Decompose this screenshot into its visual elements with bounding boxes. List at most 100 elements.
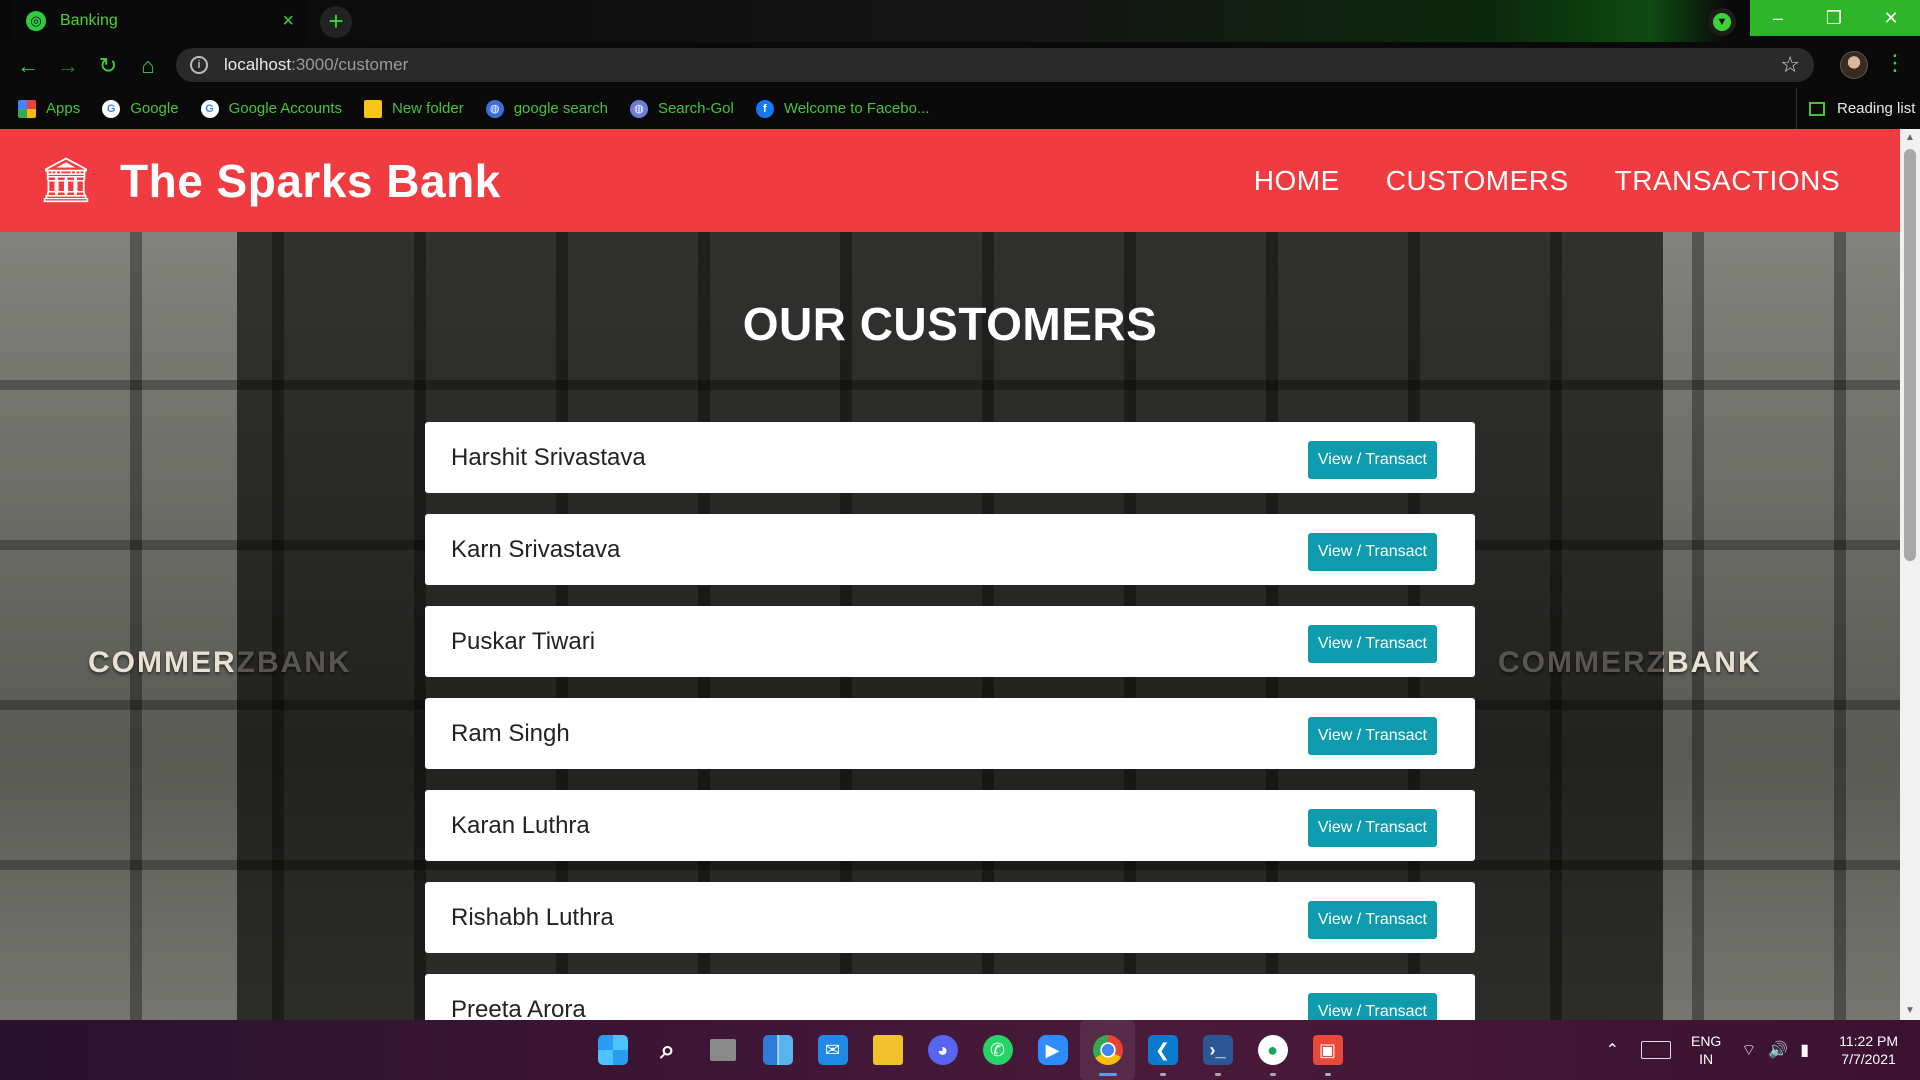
tab-close-icon[interactable]: × [282, 10, 294, 33]
lang-region: IN [1699, 1051, 1714, 1067]
browser-menu-icon[interactable]: ⋮ [1884, 50, 1906, 76]
nav-customers[interactable]: CUSTOMERS [1386, 165, 1569, 197]
bookmark-label: Search-Gol [657, 100, 734, 117]
home-icon[interactable]: ⌂ [132, 50, 164, 82]
nav-transactions[interactable]: TRANSACTIONS [1615, 165, 1840, 197]
view-transact-button[interactable]: View / Transact [1307, 993, 1437, 1020]
reload-icon[interactable]: ↻ [92, 50, 124, 82]
windows-start-icon[interactable] [585, 1020, 640, 1080]
search-globe-icon: ◍ [629, 99, 648, 118]
file-explorer-icon[interactable] [860, 1020, 915, 1080]
clock[interactable]: 11:22 PM 7/7/2021 [1839, 1032, 1898, 1068]
bookmark-label: Welcome to Facebo... [783, 100, 930, 117]
back-arrow-icon[interactable]: ← [12, 50, 44, 82]
forward-arrow-icon[interactable]: → [52, 50, 84, 82]
customer-name: Karan Luthra [451, 811, 590, 839]
clock-time: 11:22 PM [1839, 1033, 1898, 1049]
zoom-icon[interactable]: ▶ [1025, 1020, 1080, 1080]
customer-card: Ram Singh View / Transact [425, 698, 1475, 769]
keyboard-icon[interactable] [1640, 1041, 1671, 1059]
bookmark-facebook[interactable]: f Welcome to Facebo... [755, 99, 930, 118]
chrome-icon[interactable] [1080, 1020, 1135, 1080]
site-info-icon[interactable]: i [190, 56, 208, 74]
nav-home[interactable]: HOME [1254, 165, 1340, 197]
mongodb-icon[interactable]: ● [1245, 1020, 1300, 1080]
discord-icon[interactable]: ◕ [915, 1020, 970, 1080]
view-transact-button[interactable]: View / Transact [1307, 625, 1437, 663]
whatsapp-icon[interactable]: ✆ [970, 1020, 1025, 1080]
running-indicator [1098, 1073, 1117, 1076]
volume-icon[interactable]: 🔊 [1768, 1040, 1788, 1060]
view-transact-button[interactable]: View / Transact [1307, 717, 1437, 755]
customer-list: Harshit Srivastava View / Transact Karn S… [425, 422, 1475, 1020]
url-text: localhost:3000/customer [224, 55, 408, 75]
widgets-icon[interactable] [750, 1020, 805, 1080]
main-nav: HOME CUSTOMERS TRANSACTIONS [1208, 129, 1840, 232]
view-transact-button[interactable]: View / Transact [1307, 809, 1437, 847]
url-path: :3000/customer [291, 55, 409, 74]
bookmark-google-accounts[interactable]: G Google Accounts [200, 99, 342, 118]
customer-name: Karn Srivastava [451, 535, 621, 563]
google-icon: G [200, 99, 219, 118]
chevron-up-icon[interactable]: ⌃ [1606, 1040, 1619, 1060]
language-indicator[interactable]: ENG IN [1691, 1032, 1721, 1068]
close-window-button[interactable]: ✕ [1862, 0, 1920, 36]
mail-icon[interactable]: ✉ [805, 1020, 860, 1080]
scroll-up-arrow-icon[interactable]: ▲ [1900, 129, 1920, 147]
running-indicator [1159, 1073, 1166, 1076]
browser-toolbar: ← → ↻ ⌂ i localhost:3000/customer ☆ ⋮ [0, 42, 1920, 88]
customer-card: Harshit Srivastava View / Transact [425, 422, 1475, 493]
running-indicator [1324, 1073, 1331, 1076]
extension-button[interactable]: ▼ [1708, 8, 1736, 36]
windows-taskbar: ⌕ ✉ ◕ ✆ ▶ ❮ ›_ ● ▣ ⌃ ENG IN ⌔ 🔊 ▮ 11:22 P… [0, 1020, 1920, 1080]
bookmark-new-folder[interactable]: New folder [364, 99, 464, 118]
minimize-button[interactable]: – [1750, 0, 1806, 36]
bookmark-google[interactable]: G Google [102, 99, 179, 118]
scroll-down-arrow-icon[interactable]: ▼ [1900, 1002, 1920, 1020]
office-icon[interactable]: ▣ [1300, 1020, 1355, 1080]
page-viewport: COMMERZBANK COMMERZBANK 🏛 The Sparks Ban… [0, 129, 1900, 1020]
tab-title: Banking [60, 12, 118, 29]
view-transact-button[interactable]: View / Transact [1307, 533, 1437, 571]
powershell-icon[interactable]: ›_ [1190, 1020, 1245, 1080]
view-transact-button[interactable]: View / Transact [1307, 441, 1437, 479]
page-scrollbar[interactable]: ▲ ▼ [1900, 129, 1920, 1020]
bookmark-label: google search [513, 100, 608, 117]
bookmark-star-icon[interactable]: ☆ [1780, 52, 1800, 78]
battery-icon[interactable]: ▮ [1800, 1040, 1809, 1060]
address-bar[interactable]: i localhost:3000/customer ☆ [176, 48, 1814, 82]
maximize-button[interactable]: ❐ [1806, 0, 1862, 36]
scroll-thumb[interactable] [1904, 149, 1916, 561]
customer-name: Preeta Arora [451, 995, 586, 1021]
bookmark-label: Google [130, 100, 179, 117]
profile-avatar[interactable] [1840, 51, 1868, 79]
customer-name: Ram Singh [451, 719, 570, 747]
customer-name: Rishabh Luthra [451, 903, 614, 931]
bookmark-google-search[interactable]: ◍ google search [485, 99, 608, 118]
folder-icon [364, 99, 382, 118]
system-tray: ⌃ ENG IN ⌔ 🔊 ▮ 11:22 PM 7/7/2021 [1606, 1020, 1920, 1080]
brand-name[interactable]: The Sparks Bank [120, 154, 501, 208]
bookmark-label: New folder [392, 100, 464, 117]
task-view-icon[interactable] [695, 1020, 750, 1080]
reading-list-icon [1809, 101, 1825, 116]
apps-grid-icon [18, 99, 36, 118]
extension-icon: ▼ [1713, 13, 1731, 31]
browser-tab[interactable]: ◎ Banking × [10, 0, 310, 42]
search-icon[interactable]: ⌕ [640, 1020, 695, 1080]
reading-list-label: Reading list [1837, 100, 1916, 117]
wifi-icon[interactable]: ⌔ [1741, 1040, 1756, 1060]
customer-card: Karan Luthra View / Transact [425, 790, 1475, 861]
site-header: 🏛 The Sparks Bank HOME CUSTOMERS TRANSAC… [0, 129, 1900, 232]
view-transact-button[interactable]: View / Transact [1307, 901, 1437, 939]
bookmark-search-gol[interactable]: ◍ Search-Gol [629, 99, 734, 118]
running-indicator [1214, 1073, 1221, 1076]
reading-list-button[interactable]: Reading list [1796, 88, 1915, 129]
new-tab-button[interactable]: + [320, 6, 352, 38]
bookmark-apps[interactable]: Apps [18, 99, 80, 118]
vscode-icon[interactable]: ❮ [1135, 1020, 1190, 1080]
url-host: localhost [224, 55, 292, 74]
clock-date: 7/7/2021 [1841, 1051, 1896, 1067]
page-heading: OUR CUSTOMERS [742, 298, 1158, 350]
customer-name: Puskar Tiwari [451, 627, 596, 655]
